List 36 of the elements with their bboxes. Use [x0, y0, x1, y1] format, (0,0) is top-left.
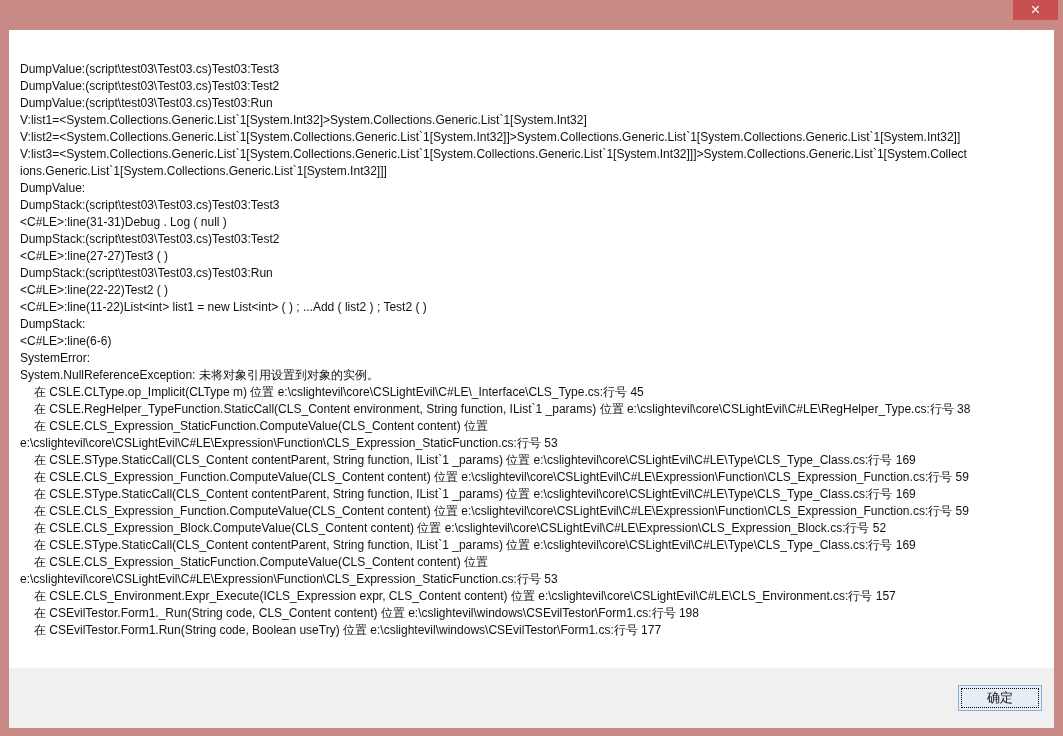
log-line: 在 CSEvilTestor.Form1._Run(String code, CLS_Content content) 位置 e:\cslightevil\windows\CSEvilTestor\Form1.cs:行号 198 — [33, 605, 700, 622]
log-line: 在 CSLE.CLS_Expression_Function.ComputeValue(CLS_Content content) 位置 e:\cslightevil\core\CSLightEvil\C#LE\Expression\Function\CLS_Expression_Function.cs:行号 59 — [33, 503, 970, 520]
log-line: <C#LE>:line(22-22)Test2 ( ) — [20, 282, 170, 299]
log-line: System.NullReferenceException: 未将对象引用设置到对象的实例。 — [20, 367, 380, 384]
log-line: 在 CSLE.CLS_Expression_StaticFunction.ComputeValue(CLS_Content content) 位置 — [33, 418, 489, 435]
log-line: SystemError: — [20, 350, 91, 367]
log-line: V:list3=<System.Collections.Generic.List`1[System.Collections.Generic.List`1[System.Collections.Generic.List`1[System.Int32]]]>System.Collections.Generic.List`1[System.Collect — [20, 146, 968, 163]
log-line: ions.Generic.List`1[System.Collections.Generic.List`1[System.Int32]]] — [20, 163, 388, 180]
log-line: 在 CSLE.CLType.op_Implicit(CLType m) 位置 e:\cslightevil\core\CSLightEvil\C#LE\_Interface\CLS_Type.cs:行号 45 — [33, 384, 645, 401]
log-line: e:\cslightevil\core\CSLightEvil\C#LE\Expression\Function\CLS_Expression_StaticFunction.cs:行号 53 — [20, 435, 559, 452]
log-line: 在 CSLE.CLS_Expression_Block.ComputeValue(CLS_Content content) 位置 e:\cslightevil\core\CSLightEvil\C#LE\Expression\CLS_Expression_Block.cs:行号 52 — [33, 520, 888, 537]
log-line: DumpStack:(script\test03\Test03.cs)Test03:Run — [20, 265, 274, 282]
log-line: 在 CSLE.CLS_Expression_Function.ComputeValue(CLS_Content content) 位置 e:\cslightevil\core\CSLightEvil\C#LE\Expression\Function\CLS_Expression_Function.cs:行号 59 — [33, 469, 970, 486]
log-line: DumpStack:(script\test03\Test03.cs)Test03:Test3 — [20, 197, 281, 214]
log-line: 在 CSLE.RegHelper_TypeFunction.StaticCall(CLS_Content environment, String function, IList`1 _params) 位置 e:\cslightevil\core\CSLightEvil\C#LE\RegHelper_Type.cs:行号 38 — [33, 401, 972, 418]
log-line: DumpValue:(script\test03\Test03.cs)Test03:Run — [20, 95, 274, 112]
log-line: 在 CSLE.SType.StaticCall(CLS_Content contentParent, String function, IList`1 _params) 位置 e:\cslightevil\core\CSLightEvil\C#LE\Type\CLS_Type_Class.cs:行号 169 — [33, 452, 917, 469]
log-line: <C#LE>:line(11-22)List<int> list1 = new List<int> ( ) ; ...Add ( list2 ) ; Test2 ( ) — [20, 299, 428, 316]
ok-button[interactable]: 确定 — [958, 685, 1042, 711]
log-line: DumpStack:(script\test03\Test03.cs)Test03:Test2 — [20, 231, 281, 248]
log-line: DumpValue:(script\test03\Test03.cs)Test03:Test3 — [20, 61, 281, 78]
log-line: 在 CSLE.CLS_Expression_StaticFunction.ComputeValue(CLS_Content content) 位置 — [33, 554, 489, 571]
log-line: V:list1=<System.Collections.Generic.List`1[System.Int32]>System.Collections.Generic.List`1[System.Int32] — [20, 112, 588, 129]
log-line: 在 CSEvilTestor.Form1.Run(String code, Boolean useTry) 位置 e:\cslightevil\windows\CSEvilTestor\Form1.cs:行号 177 — [33, 622, 663, 639]
close-button[interactable]: × — [1013, 0, 1058, 20]
log-line: e:\cslightevil\core\CSLightEvil\C#LE\Expression\Function\CLS_Expression_StaticFunction.cs:行号 53 — [20, 571, 559, 588]
log-line: <C#LE>:line(6-6) — [20, 333, 113, 350]
log-line: <C#LE>:line(31-31)Debug . Log ( null ) — [20, 214, 228, 231]
log-line: DumpValue: — [20, 180, 87, 197]
log-line: DumpStack: — [20, 316, 87, 333]
log-line: 在 CSLE.SType.StaticCall(CLS_Content contentParent, String function, IList`1 _params) 位置 e:\cslightevil\core\CSLightEvil\C#LE\Type\CLS_Type_Class.cs:行号 169 — [33, 486, 917, 503]
log-line: 在 CSLE.SType.StaticCall(CLS_Content contentParent, String function, IList`1 _params) 位置 e:\cslightevil\core\CSLightEvil\C#LE\Type\CLS_Type_Class.cs:行号 169 — [33, 537, 917, 554]
log-line: 在 CSLE.CLS_Environment.Expr_Execute(ICLS_Expression expr, CLS_Content content) 位置 e:\cslightevil\core\CSLightEvil\C#LE\CLS_Environment.cs:行号 157 — [33, 588, 897, 605]
log-line: V:list2=<System.Collections.Generic.List`1[System.Collections.Generic.List`1[System.Int32]]>System.Collections.Generic.List`1[System.Collections.Generic.List`1[System.Int32]] — [20, 129, 962, 146]
log-line: <C#LE>:line(27-27)Test3 ( ) — [20, 248, 170, 265]
log-line: DumpValue:(script\test03\Test03.cs)Test03:Test2 — [20, 78, 281, 95]
